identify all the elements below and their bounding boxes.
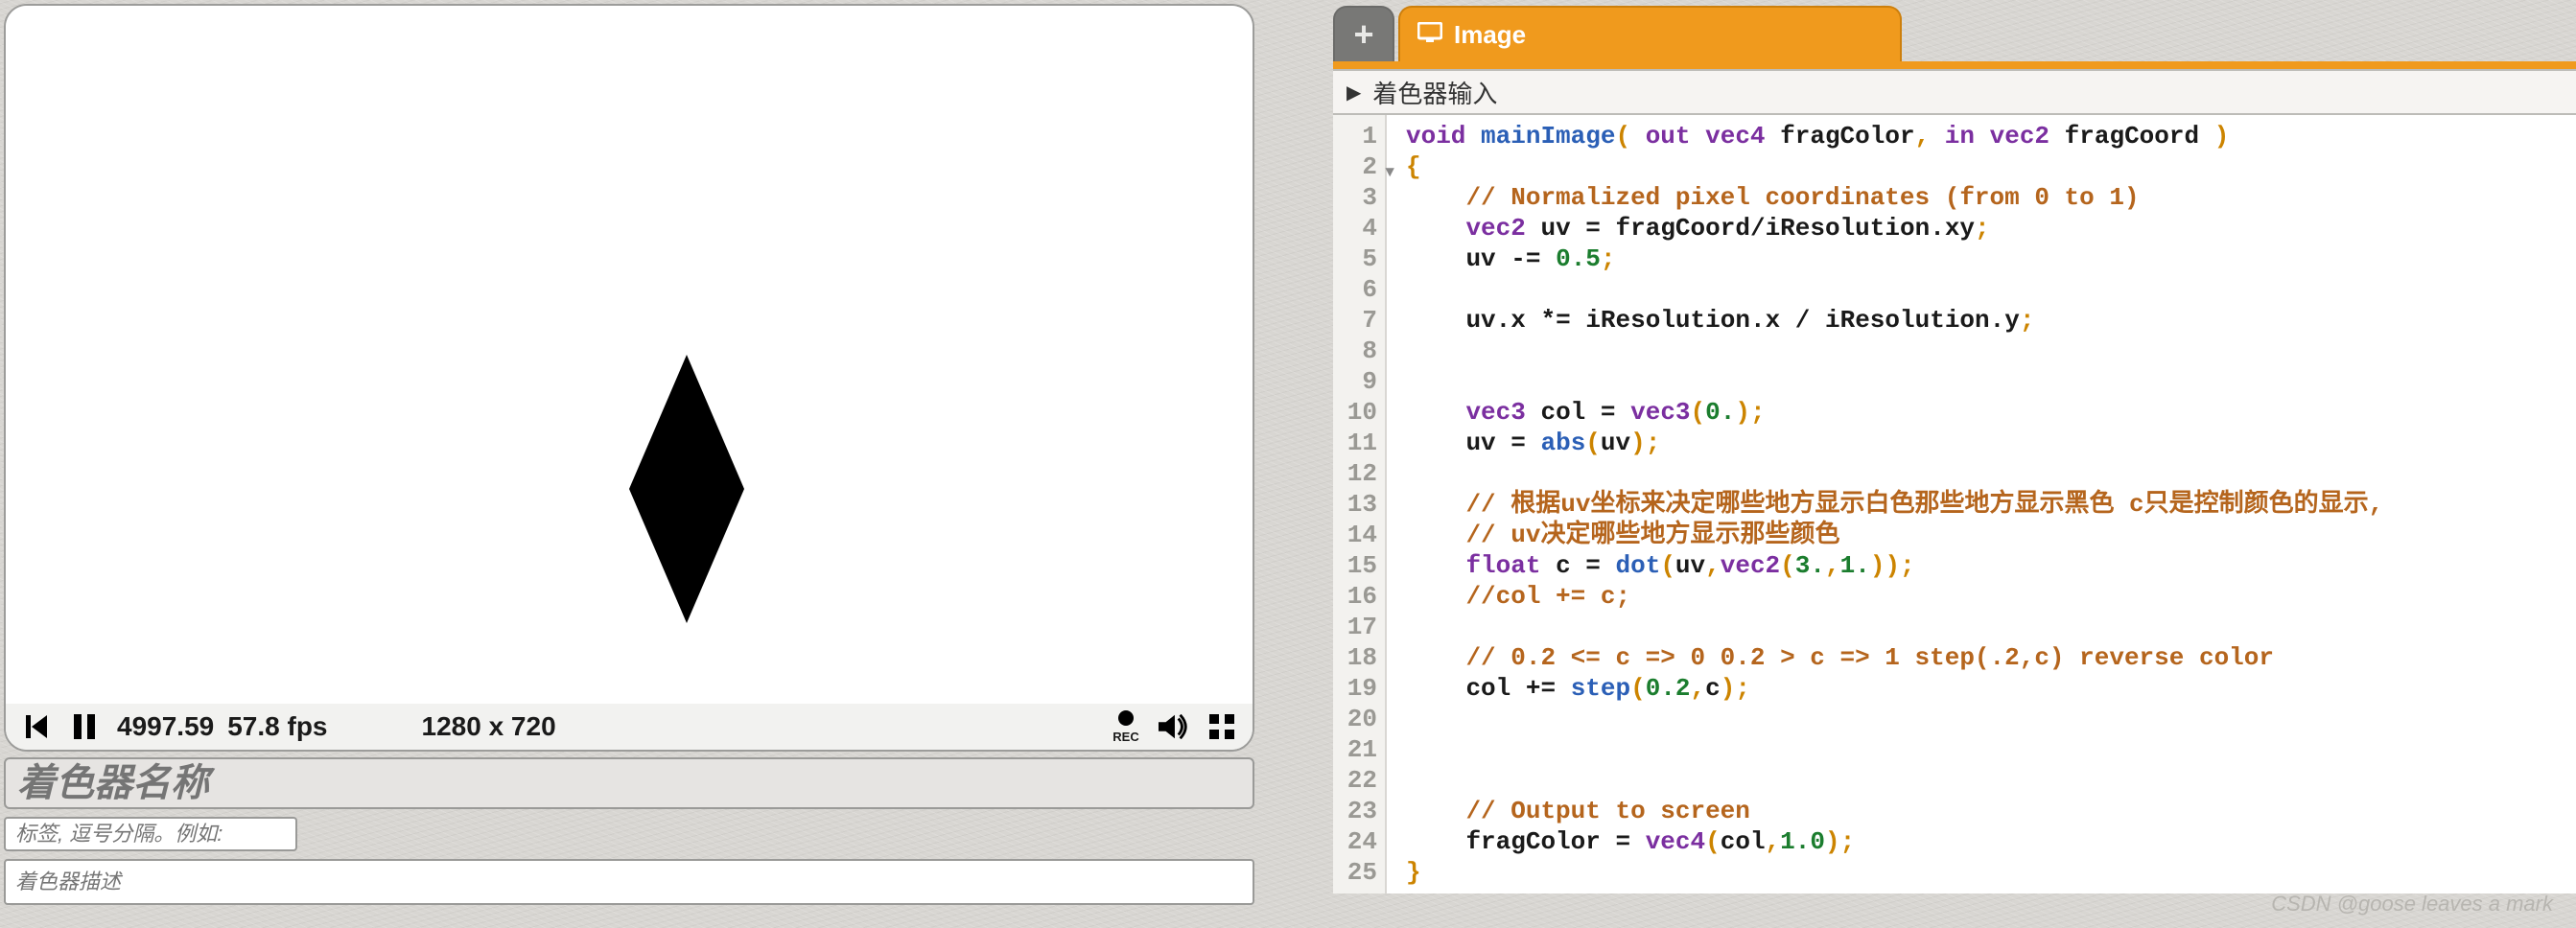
pause-button[interactable] xyxy=(69,714,100,739)
add-tab-button[interactable]: + xyxy=(1333,6,1394,61)
preview-canvas[interactable] xyxy=(6,6,1253,704)
code-editor[interactable]: 12▼3456789101112131415161718192021222324… xyxy=(1333,115,2576,893)
shader-inputs-label: 着色器输入 xyxy=(1372,75,1497,110)
shader-tags-input[interactable] xyxy=(4,817,297,851)
watermark: CSDN @goose leaves a mark xyxy=(2271,892,2553,916)
shader-name-input[interactable] xyxy=(4,757,1254,809)
plus-icon: + xyxy=(1353,14,1373,55)
fullscreen-button[interactable] xyxy=(1206,714,1237,739)
tab-image-label: Image xyxy=(1454,20,1526,50)
resolution-display: 1280 x 720 xyxy=(422,711,556,742)
monitor-icon xyxy=(1417,20,1442,50)
tab-image[interactable]: Image xyxy=(1398,6,1902,61)
rec-label: REC xyxy=(1112,730,1138,744)
tab-strip: + Image xyxy=(1333,0,2576,61)
preview-frame: 4997.59 57.8 fps 1280 x 720 REC xyxy=(4,4,1254,752)
triangle-right-icon: ▶ xyxy=(1347,81,1361,104)
fps-display: 57.8 fps xyxy=(227,711,327,742)
shader-desc-input[interactable] xyxy=(4,859,1254,905)
rewind-button[interactable] xyxy=(21,715,52,738)
shader-inputs-toggle[interactable]: ▶ 着色器输入 xyxy=(1333,69,2576,115)
record-button[interactable]: REC xyxy=(1111,710,1141,744)
code-area[interactable]: void mainImage( out vec4 fragColor, in v… xyxy=(1387,115,2383,893)
time-display: 4997.59 xyxy=(117,711,214,742)
volume-button[interactable] xyxy=(1159,714,1189,739)
line-gutter: 12▼3456789101112131415161718192021222324… xyxy=(1333,115,1387,893)
player-bar: 4997.59 57.8 fps 1280 x 720 REC xyxy=(6,704,1253,750)
tab-underbar xyxy=(1333,61,2576,69)
